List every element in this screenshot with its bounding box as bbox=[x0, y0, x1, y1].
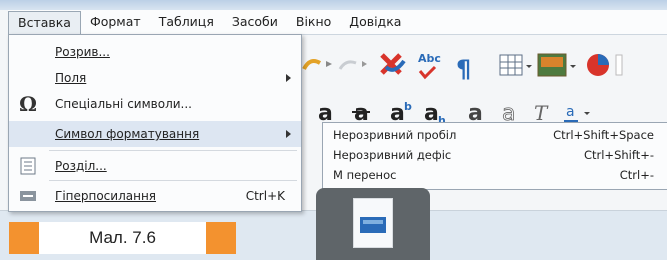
figure-caption: Мал. 7.6 bbox=[9, 222, 236, 254]
submenu-item-label: Нерозривний пробіл bbox=[333, 128, 457, 142]
menu-item-label: Розділ... bbox=[55, 159, 107, 173]
menu-item-section[interactable]: Розділ... bbox=[9, 153, 301, 179]
insert-menu: Розрив... Поля Ω Спеціальні символи... С… bbox=[8, 34, 302, 212]
caption-accent-right bbox=[206, 222, 236, 254]
menu-bar: Вставка Формат Таблиця Засоби Вікно Дові… bbox=[8, 10, 667, 35]
menu-separator bbox=[49, 150, 297, 151]
menu-item-label: Поля bbox=[55, 71, 87, 85]
menu-separator bbox=[49, 180, 297, 181]
submenu-item-nonbreaking-hyphen[interactable]: Нерозривний дефіс Ctrl+Shift+- bbox=[323, 145, 667, 165]
caption-accent-left bbox=[9, 222, 39, 254]
caption-text: Мал. 7.6 bbox=[89, 228, 156, 247]
font-color-icon[interactable]: a bbox=[564, 104, 590, 123]
standard-toolbar: Abc ¶ bbox=[302, 52, 623, 83]
menu-item-formatting-mark[interactable]: Символ форматування bbox=[9, 121, 301, 147]
pilcrow-icon[interactable]: ¶ bbox=[456, 55, 471, 83]
image-icon[interactable] bbox=[537, 53, 576, 77]
submenu-item-nonbreaking-space[interactable]: Нерозривний пробіл Ctrl+Shift+Space bbox=[323, 125, 667, 145]
menu-format[interactable]: Формат bbox=[81, 11, 150, 33]
redo-icon[interactable] bbox=[302, 59, 367, 70]
submenu-item-label: Нерозривний дефіс bbox=[333, 148, 452, 162]
menu-table[interactable]: Таблиця bbox=[150, 11, 223, 33]
menu-item-fields[interactable]: Поля bbox=[9, 65, 301, 91]
menu-item-label: Символ форматування bbox=[55, 127, 200, 141]
section-icon bbox=[15, 153, 41, 179]
menu-tools[interactable]: Засоби bbox=[223, 11, 287, 33]
clear-format-icon[interactable] bbox=[380, 53, 406, 75]
submenu-item-shortcut: Ctrl+- bbox=[619, 168, 654, 182]
menu-item-label: Розрив... bbox=[55, 45, 110, 59]
svg-text:a: a bbox=[566, 104, 575, 120]
menu-help[interactable]: Довідка bbox=[340, 11, 410, 33]
submenu-arrow-icon bbox=[286, 74, 291, 82]
writer-app-icon bbox=[316, 188, 430, 260]
menu-window[interactable]: Вікно bbox=[287, 11, 340, 33]
menu-insert[interactable]: Вставка bbox=[8, 10, 81, 34]
menu-item-break[interactable]: Розрив... bbox=[9, 39, 301, 65]
svg-text:¶: ¶ bbox=[456, 55, 471, 83]
submenu-arrow-icon bbox=[286, 130, 291, 138]
svg-text:Abc: Abc bbox=[418, 52, 441, 65]
svg-text:b: b bbox=[404, 100, 412, 113]
hyperlink-icon bbox=[15, 183, 41, 209]
document-icon bbox=[353, 198, 393, 248]
submenu-item-shortcut: Ctrl+Shift+Space bbox=[553, 128, 654, 142]
table-icon[interactable] bbox=[499, 54, 532, 76]
menu-item-hyperlink[interactable]: Гіперпосилання Ctrl+K bbox=[9, 183, 301, 209]
menu-item-label: Гіперпосилання bbox=[55, 189, 157, 203]
chart-icon[interactable] bbox=[587, 54, 623, 76]
spellcheck-icon[interactable]: Abc bbox=[418, 52, 441, 80]
submenu-item-label: М перенос bbox=[333, 168, 397, 182]
menu-item-shortcut: Ctrl+K bbox=[245, 189, 285, 203]
submenu-item-soft-hyphen[interactable]: М перенос Ctrl+- bbox=[323, 165, 667, 185]
formatting-mark-submenu: Нерозривний пробіл Ctrl+Shift+Space Неро… bbox=[322, 122, 667, 190]
menu-item-special-characters[interactable]: Ω Спеціальні символи... bbox=[9, 91, 301, 117]
submenu-item-shortcut: Ctrl+Shift+- bbox=[583, 148, 654, 162]
menu-item-label: Спеціальні символи... bbox=[55, 97, 192, 111]
omega-icon: Ω bbox=[19, 92, 37, 116]
title-strip bbox=[0, 0, 667, 10]
